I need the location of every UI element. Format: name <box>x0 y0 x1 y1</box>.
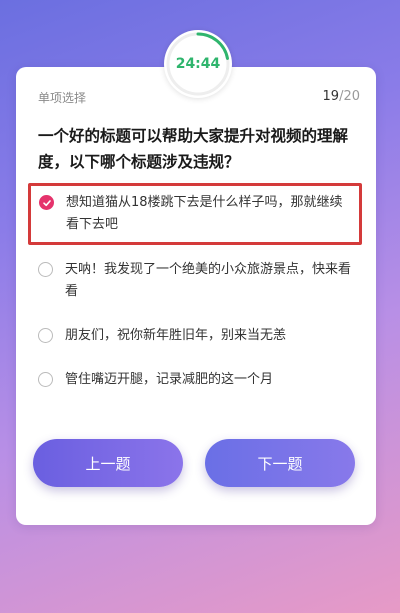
timer-text: 24:44 <box>175 56 221 72</box>
question-text: 一个好的标题可以帮助大家提升对视频的理解度，以下哪个标题涉及违规？ <box>38 127 349 171</box>
option-4-text: 管住嘴迈开腿，记录减肥的这一个月 <box>65 372 274 387</box>
option-4[interactable]: 管住嘴迈开腿，记录减肥的这一个月 <box>28 361 362 399</box>
progress-total: /20 <box>339 89 360 104</box>
option-3-text: 朋友们，祝你新年胜旧年，别来当无恙 <box>65 328 287 343</box>
next-question-button[interactable]: 下一题 <box>205 439 355 487</box>
option-2-text: 天呐！我发现了一个绝美的小众旅游景点，快来看看 <box>65 262 352 299</box>
question-type-label: 单项选择 <box>38 91 87 105</box>
countdown-timer: 24:44 <box>164 30 232 98</box>
prev-question-button[interactable]: 上一题 <box>33 439 183 487</box>
question-progress: 19/20 <box>323 89 360 104</box>
option-1[interactable]: 想知道猫从18楼跳下去是什么样子吗，那就继续看下去吧 <box>28 183 362 245</box>
radio-icon <box>38 372 53 387</box>
option-2[interactable]: 天呐！我发现了一个绝美的小众旅游景点，快来看看 <box>28 251 362 311</box>
option-1-text: 想知道猫从18楼跳下去是什么样子吗，那就继续看下去吧 <box>66 195 343 232</box>
check-icon <box>39 195 54 210</box>
progress-current: 19 <box>322 89 340 104</box>
radio-icon <box>38 328 53 343</box>
options-list: 想知道猫从18楼跳下去是什么样子吗，那就继续看下去吧 天呐！我发现了一个绝美的小… <box>28 183 362 405</box>
option-3[interactable]: 朋友们，祝你新年胜旧年，别来当无恙 <box>28 317 362 355</box>
radio-icon <box>38 262 53 277</box>
